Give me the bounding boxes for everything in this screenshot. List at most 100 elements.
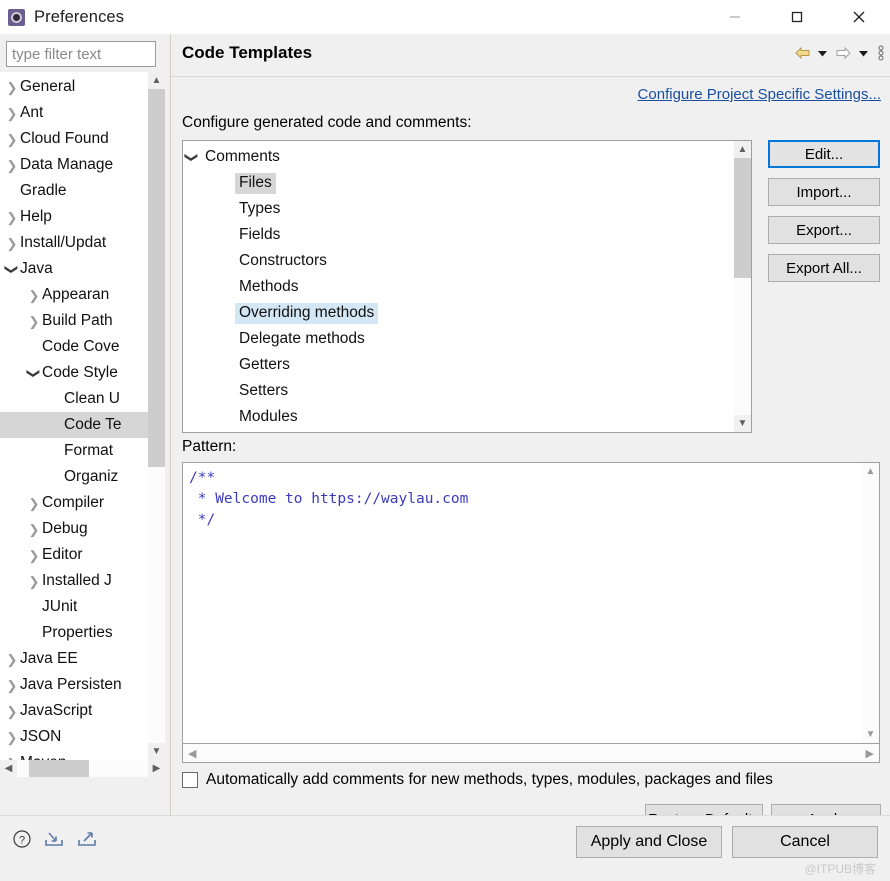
templates-vertical-scrollbar[interactable]: ▲ ▼ [734, 141, 751, 432]
forward-history-chevron-down-icon[interactable] [857, 43, 870, 63]
scroll-up-icon[interactable]: ▲ [148, 72, 165, 89]
chevron-right-icon[interactable]: ❯ [4, 107, 20, 120]
template-delegate-methods[interactable]: Delegate methods [183, 326, 751, 352]
templates-scroll-down-icon[interactable]: ▼ [734, 415, 751, 432]
import-tray-icon[interactable] [43, 829, 65, 853]
sidebar-item-code-style[interactable]: ❯Code Style [0, 360, 148, 386]
sidebar-item-help[interactable]: ❯Help [0, 204, 148, 230]
templates-scroll-thumb[interactable] [734, 158, 751, 278]
sidebar-vertical-scrollbar[interactable]: ▲ ▼ [148, 72, 165, 760]
chevron-right-icon[interactable]: ❯ [4, 133, 20, 146]
export-tray-icon[interactable] [76, 829, 98, 853]
sidebar-horizontal-scrollbar[interactable]: ◀ ▶ [0, 760, 165, 777]
chevron-right-icon[interactable]: ❯ [4, 731, 20, 744]
import-button[interactable]: Import... [768, 178, 880, 206]
close-icon[interactable] [828, 0, 890, 34]
sidebar-item-java[interactable]: ❯Java [0, 256, 148, 282]
edit-button[interactable]: Edit... [768, 140, 880, 168]
template-modules[interactable]: Modules [183, 404, 751, 430]
template-setters[interactable]: Setters [183, 378, 751, 404]
back-history-chevron-down-icon[interactable] [816, 43, 829, 63]
pattern-horizontal-scrollbar[interactable]: ◀ ▶ [182, 744, 880, 763]
sidebar-item-properties[interactable]: Properties [0, 620, 148, 646]
chevron-right-icon[interactable]: ❯ [4, 211, 20, 224]
chevron-right-icon[interactable]: ❯ [4, 705, 20, 718]
template-files[interactable]: Files [183, 170, 751, 196]
sidebar-item-editor[interactable]: ❯Editor [0, 542, 148, 568]
sidebar-item-code-te[interactable]: Code Te [0, 412, 148, 438]
sidebar-hscroll-track[interactable] [17, 760, 148, 777]
scroll-right-icon[interactable]: ▶ [148, 760, 165, 777]
sidebar-item-general[interactable]: ❯General [0, 74, 148, 100]
sidebar-item-installed-j[interactable]: ❯Installed J [0, 568, 148, 594]
sidebar-item-appearan[interactable]: ❯Appearan [0, 282, 148, 308]
sidebar-item-compiler[interactable]: ❯Compiler [0, 490, 148, 516]
templates-scroll-up-icon[interactable]: ▲ [734, 141, 751, 158]
sidebar-item-code-cove[interactable]: Code Cove [0, 334, 148, 360]
sidebar-item-organiz[interactable]: Organiz [0, 464, 148, 490]
template-methods[interactable]: Methods [183, 274, 751, 300]
sidebar-item-debug[interactable]: ❯Debug [0, 516, 148, 542]
minimize-icon[interactable] [704, 0, 766, 34]
template-comments[interactable]: ❯Comments [183, 144, 751, 170]
export-button[interactable]: Export... [768, 216, 880, 244]
sidebar-hscroll-thumb[interactable] [29, 760, 89, 777]
filter-input[interactable] [6, 41, 156, 67]
pattern-scroll-down-icon[interactable]: ▼ [862, 726, 879, 743]
chevron-right-icon[interactable]: ❯ [26, 549, 42, 562]
auto-comments-row[interactable]: Automatically add comments for new metho… [182, 771, 773, 789]
maximize-icon[interactable] [766, 0, 828, 34]
sidebar-item-java-ee[interactable]: ❯Java EE [0, 646, 148, 672]
sidebar-item-javascript[interactable]: ❯JavaScript [0, 698, 148, 724]
sidebar-item-data-manage[interactable]: ❯Data Manage [0, 152, 148, 178]
template-overriding-methods[interactable]: Overriding methods [183, 300, 751, 326]
sidebar-item-build-path[interactable]: ❯Build Path [0, 308, 148, 334]
sidebar-item-gradle[interactable]: Gradle [0, 178, 148, 204]
sidebar-item-cloud-found[interactable]: ❯Cloud Found [0, 126, 148, 152]
pattern-preview[interactable]: /** * Welcome to https://waylau.com */ ▲… [182, 462, 880, 744]
configure-project-specific-settings-link[interactable]: Configure Project Specific Settings... [638, 86, 881, 103]
apply-and-close-button[interactable]: Apply and Close [576, 826, 722, 858]
template-fields[interactable]: Fields [183, 222, 751, 248]
sidebar-item-install-updat[interactable]: ❯Install/Updat [0, 230, 148, 256]
chevron-right-icon[interactable]: ❯ [4, 653, 20, 666]
pattern-scroll-left-icon[interactable]: ◀ [188, 747, 196, 760]
chevron-right-icon[interactable]: ❯ [26, 523, 42, 536]
code-templates-tree[interactable]: ❯CommentsFilesTypesFieldsConstructorsMet… [182, 140, 752, 433]
back-arrow-icon[interactable] [792, 43, 812, 63]
sidebar-item-json[interactable]: ❯JSON [0, 724, 148, 750]
sidebar-item-clean-u[interactable]: Clean U [0, 386, 148, 412]
chevron-right-icon[interactable]: ❯ [26, 497, 42, 510]
template-constructors[interactable]: Constructors [183, 248, 751, 274]
chevron-down-icon[interactable]: ❯ [186, 148, 199, 166]
chevron-right-icon[interactable]: ❯ [4, 159, 20, 172]
cancel-button[interactable]: Cancel [732, 826, 878, 858]
scroll-down-icon[interactable]: ▼ [148, 743, 165, 760]
pattern-vertical-scrollbar[interactable]: ▲ ▼ [862, 463, 879, 743]
template-types[interactable]: Types [183, 196, 751, 222]
sidebar-item-junit[interactable]: JUnit [0, 594, 148, 620]
sidebar-item-format[interactable]: Format [0, 438, 148, 464]
chevron-right-icon[interactable]: ❯ [26, 575, 42, 588]
template-getters[interactable]: Getters [183, 352, 751, 378]
pattern-scroll-right-icon[interactable]: ▶ [866, 747, 874, 760]
sidebar-scroll-thumb[interactable] [148, 89, 165, 467]
sidebar-item-ant[interactable]: ❯Ant [0, 100, 148, 126]
export-all-button[interactable]: Export All... [768, 254, 880, 282]
auto-comments-checkbox[interactable] [182, 772, 198, 788]
chevron-right-icon[interactable]: ❯ [4, 81, 20, 94]
chevron-right-icon[interactable]: ❯ [4, 679, 20, 692]
sidebar-item-java-persisten[interactable]: ❯Java Persisten [0, 672, 148, 698]
chevron-down-icon[interactable]: ❯ [28, 365, 41, 381]
pattern-scroll-up-icon[interactable]: ▲ [862, 463, 879, 480]
preferences-tree[interactable]: ❯General❯Ant❯Cloud Found❯Data ManageGrad… [0, 72, 165, 777]
chevron-right-icon[interactable]: ❯ [26, 289, 42, 302]
chevron-right-icon[interactable]: ❯ [4, 237, 20, 250]
auto-comments-label: Automatically add comments for new metho… [206, 771, 773, 789]
view-menu-icon[interactable] [874, 43, 887, 63]
scroll-left-icon[interactable]: ◀ [0, 760, 17, 777]
chevron-down-icon[interactable]: ❯ [6, 261, 19, 277]
forward-arrow-icon[interactable] [833, 43, 853, 63]
chevron-right-icon[interactable]: ❯ [26, 315, 42, 328]
help-circle-icon[interactable]: ? [12, 829, 32, 853]
